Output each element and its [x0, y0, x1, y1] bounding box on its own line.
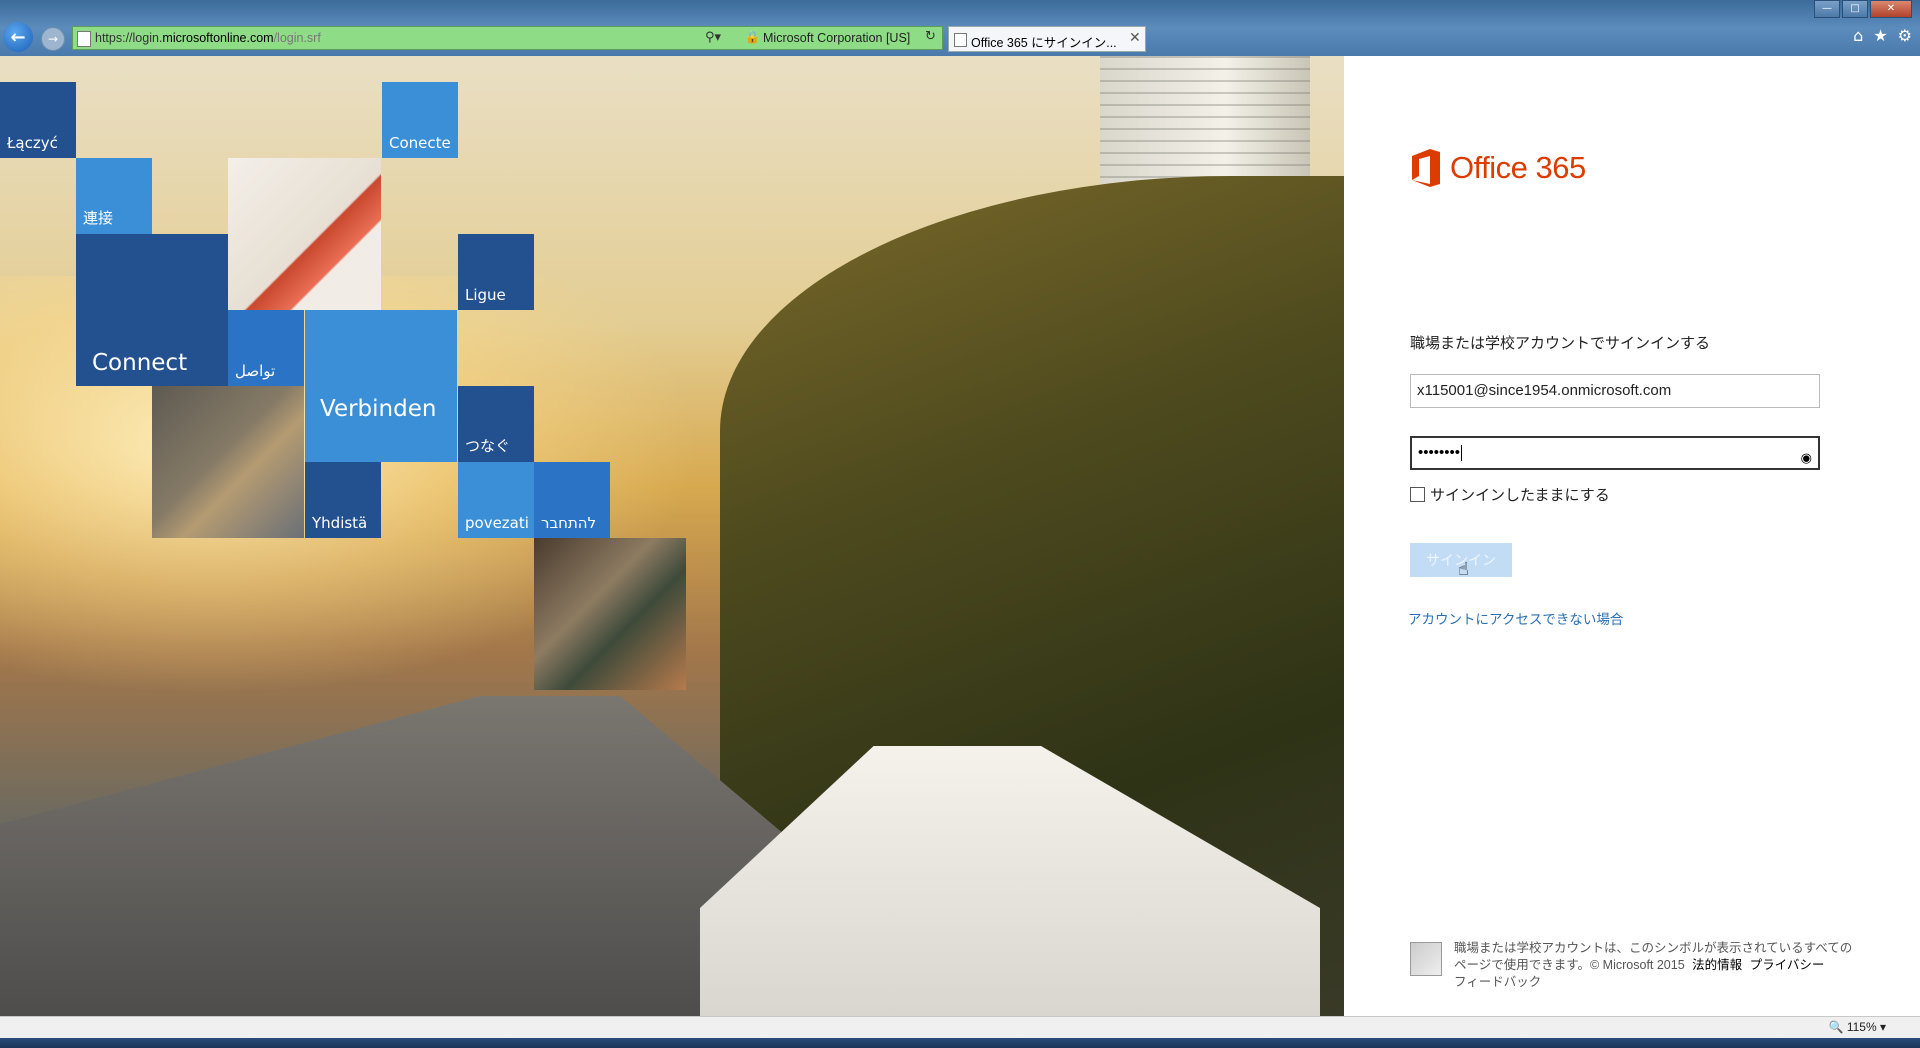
tile-label: povezati — [465, 514, 529, 532]
back-arrow-icon: ← — [10, 26, 26, 48]
organizational-account-icon — [1410, 942, 1442, 976]
password-field[interactable]: •••••••• ◉ — [1410, 436, 1820, 470]
search-dropdown-icon[interactable]: ⚲▾ — [705, 30, 721, 45]
window-controls: — □ ✕ — [1814, 0, 1912, 18]
tile-label: להתחבר — [541, 514, 597, 532]
page-content: Łączyć Conecte 連接 Ligue Connect تواصل Ve… — [0, 56, 1920, 1016]
remember-me-checkbox-row[interactable]: サインインしたままにする — [1410, 484, 1610, 505]
refresh-icon[interactable]: ↻ — [925, 29, 936, 44]
tile-label: Łączyć — [7, 134, 58, 152]
show-password-eye-icon[interactable]: ◉ — [1801, 444, 1812, 474]
photo-woman-tablet — [228, 158, 381, 310]
forward-button[interactable]: → — [41, 27, 65, 51]
tile-yhdista: Yhdistä — [305, 462, 381, 538]
tile-verbinden: Verbinden — [305, 310, 457, 462]
certificate-label[interactable]: Microsoft Corporation [US] — [763, 31, 910, 45]
status-bar: 🔍 115% ▾ — [0, 1016, 1920, 1039]
url-domain: microsoftonline.com — [162, 31, 274, 45]
remember-me-label[interactable]: サインインしたままにする — [1430, 484, 1610, 505]
feedback-link[interactable]: フィードバック — [1454, 975, 1541, 989]
address-bar[interactable]: https://login.microsoftonline.com/login.… — [72, 26, 943, 50]
photo-man-phone — [152, 386, 304, 538]
tab-office365[interactable]: Office 365 にサインイン... ✕ — [948, 26, 1146, 52]
tile-conecte: Conecte — [382, 82, 458, 158]
tile-label: つなぐ — [465, 437, 511, 455]
tile-lianjie: 連接 — [76, 158, 152, 234]
photo-people-laptop — [534, 538, 686, 690]
maximize-button[interactable]: □ — [1842, 0, 1868, 18]
hand-cursor-icon: ☝ — [1458, 559, 1469, 580]
lock-icon[interactable]: 🔒 — [745, 30, 760, 44]
tile-lehitchaber: להתחבר — [534, 462, 610, 538]
page-icon — [77, 31, 91, 47]
password-mask: •••••••• — [1418, 444, 1461, 461]
tab-page-icon — [954, 33, 967, 47]
office365-logo: Office 365 — [1410, 148, 1586, 188]
hero-background-image: Łączyć Conecte 連接 Ligue Connect تواصل Ve… — [0, 56, 1344, 1016]
tile-tsunagu: つなぐ — [458, 386, 534, 462]
brand-text: Office 365 — [1450, 150, 1586, 185]
remember-me-checkbox[interactable] — [1410, 487, 1425, 502]
signin-prompt: 職場または学校アカウントでサインインする — [1410, 335, 1711, 352]
favorites-star-icon[interactable]: ★ — [1873, 26, 1887, 45]
tile-label: Connect — [92, 350, 188, 376]
forward-arrow-icon: → — [47, 32, 59, 46]
tile-label: تواصل — [235, 362, 276, 380]
settings-gear-icon[interactable]: ⚙ — [1898, 26, 1912, 45]
tile-label: 連接 — [83, 209, 114, 227]
url-path: /login.srf — [273, 31, 321, 45]
footer-text-block: 職場または学校アカウントは、このシンボルが表示されているすべてのページで使用でき… — [1454, 940, 1854, 991]
cant-access-account-link[interactable]: アカウントにアクセスできない場合 — [1408, 608, 1623, 628]
tile-povezati: povezati — [458, 462, 534, 538]
back-button[interactable]: ← — [3, 22, 33, 52]
legal-link[interactable]: 法的情報 — [1692, 958, 1742, 972]
zoom-value: 115% — [1846, 1020, 1877, 1034]
email-field[interactable]: x115001@since1954.onmicrosoft.com — [1410, 374, 1820, 408]
url-text[interactable]: https://login.microsoftonline.com/login.… — [95, 31, 321, 45]
tile-label: Ligue — [465, 286, 506, 304]
office-logo-icon — [1410, 148, 1442, 188]
close-window-button[interactable]: ✕ — [1870, 0, 1912, 18]
home-icon[interactable]: ⌂ — [1853, 26, 1863, 45]
tile-connect: Connect — [76, 234, 228, 386]
text-caret — [1461, 445, 1463, 462]
minimize-button[interactable]: — — [1814, 0, 1840, 18]
tile-label: Conecte — [389, 134, 451, 152]
url-prefix: https://login. — [95, 31, 163, 45]
privacy-link[interactable]: プライバシー — [1750, 958, 1825, 972]
tile-tawasal: تواصل — [228, 310, 304, 386]
tile-ligue: Ligue — [458, 234, 534, 310]
browser-toolbar: ⌂ ★ ⚙ — [1853, 26, 1912, 45]
login-panel: Office 365 職場または学校アカウントでサインインする x115001@… — [1344, 56, 1920, 1016]
zoom-level[interactable]: 🔍 115% ▾ — [1829, 1020, 1886, 1034]
tab-title: Office 365 にサインイン... — [971, 36, 1117, 50]
browser-chrome: ← → https://login.microsoftonline.com/lo… — [0, 0, 1920, 56]
tile-label: Verbinden — [320, 396, 437, 422]
tab-close-icon[interactable]: ✕ — [1129, 30, 1141, 46]
tile-laczyc: Łączyć — [0, 82, 76, 158]
windows-taskbar — [0, 1038, 1920, 1048]
tile-label: Yhdistä — [312, 514, 368, 532]
